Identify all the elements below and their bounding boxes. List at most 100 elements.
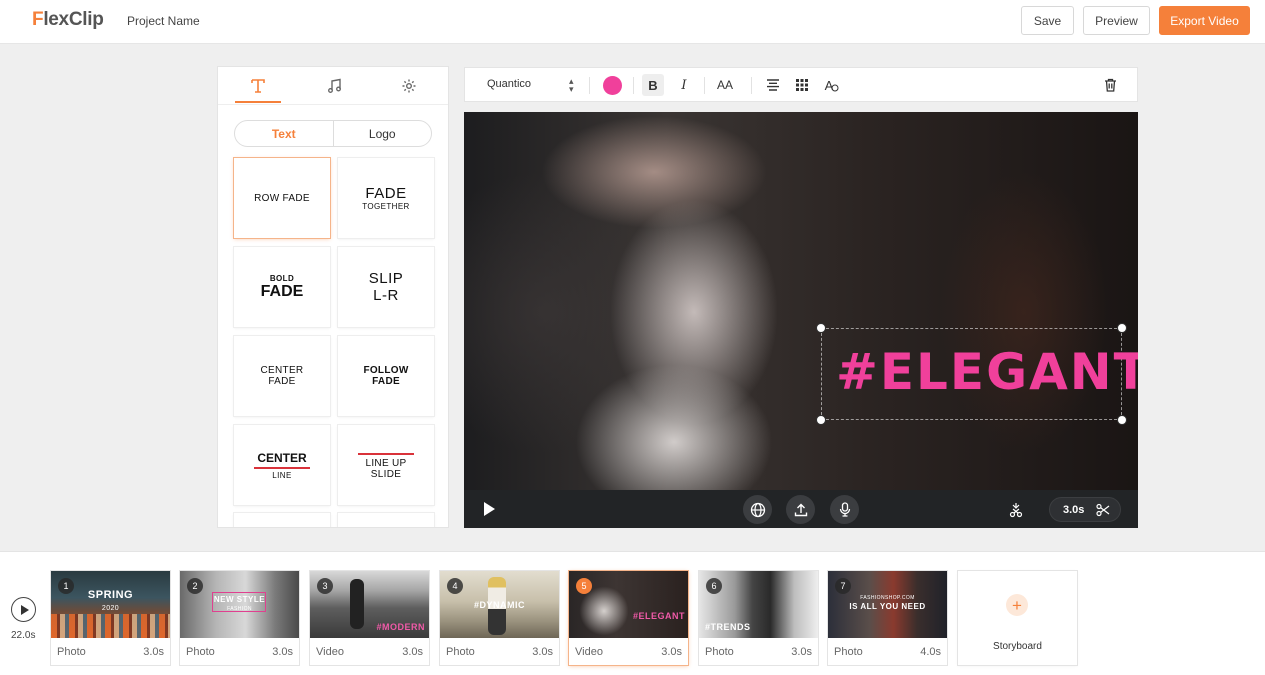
scene-clip-4[interactable]: 4 #DYNAMIC Photo 3.0s <box>440 571 559 665</box>
tile-slip-lr[interactable]: SLIP L-R <box>338 247 434 327</box>
play-icon <box>20 604 29 615</box>
tile-fade-together[interactable]: FADE TOGETHER <box>338 158 434 238</box>
tile-label: CENTER <box>257 450 307 465</box>
red-line <box>358 452 414 455</box>
plus-icon: + <box>1006 594 1028 616</box>
export-video-button[interactable]: Export Video <box>1159 6 1250 35</box>
storyboard-button[interactable]: + Storyboard <box>958 571 1077 665</box>
clip-title: SPRING <box>87 589 134 601</box>
tile-label: CENTER <box>260 365 304 376</box>
tile-sublabel: L-R <box>373 287 399 304</box>
segment-text[interactable]: Text <box>235 121 334 146</box>
tile-sublabel: BOLD <box>269 273 295 283</box>
upload-icon[interactable] <box>786 495 815 524</box>
color-swatch[interactable] <box>603 76 622 95</box>
text-animation-panel: Text Logo ROW FADE FADE TOGETHER BOLD FA… <box>217 66 449 528</box>
text-icon[interactable] <box>243 76 273 96</box>
clip-subtitle: 2020 <box>101 605 120 612</box>
tile-sublabel: SLIDE <box>370 468 402 480</box>
trash-icon[interactable] <box>1099 74 1121 96</box>
play-icon[interactable] <box>484 502 495 516</box>
italic-button[interactable]: I <box>673 74 695 96</box>
gear-icon[interactable] <box>394 76 424 96</box>
split-icon[interactable] <box>1005 499 1027 521</box>
resize-handle[interactable] <box>1117 415 1127 425</box>
video-canvas[interactable]: #ELEGANT <box>464 112 1138 490</box>
scene-clip-1[interactable]: 1 SPRING 2020 Photo 3.0s <box>51 571 170 665</box>
clip-thumbnail: 4 #DYNAMIC <box>440 571 559 638</box>
timeline-play-button[interactable] <box>11 597 36 622</box>
tile-label: LINE UP <box>365 457 407 469</box>
tile-sublabel: FADE <box>372 376 400 387</box>
clip-duration: 3.0s <box>1063 503 1085 516</box>
clip-duration: 3.0s <box>532 646 553 658</box>
project-name[interactable]: Project Name <box>127 14 200 28</box>
clip-title: #MODERN <box>376 622 425 632</box>
music-note-icon[interactable] <box>319 76 349 96</box>
tile-partial[interactable] <box>338 513 434 527</box>
scene-clip-7[interactable]: 7 FASHIONSHOP.COM IS ALL YOU NEED Photo … <box>828 571 947 665</box>
clip-thumbnail: 5 #ELEGANT <box>569 571 688 638</box>
divider <box>704 77 705 94</box>
grid-icon[interactable] <box>791 74 813 96</box>
preview-button[interactable]: Preview <box>1083 6 1150 35</box>
select-arrows-icon[interactable]: ▴ ▾ <box>569 77 574 94</box>
clip-thumbnail: 7 FASHIONSHOP.COM IS ALL YOU NEED <box>828 571 947 638</box>
tile-follow-fade[interactable]: FOLLOW FADE <box>338 336 434 416</box>
clip-type: Photo <box>705 646 734 658</box>
scene-clip-3[interactable]: 3 #MODERN Video 3.0s <box>310 571 429 665</box>
clip-duration: 3.0s <box>661 646 682 658</box>
resize-handle[interactable] <box>816 323 826 333</box>
divider <box>589 77 590 94</box>
scene-clip-6[interactable]: 6 #TRENDS Photo 3.0s <box>699 571 818 665</box>
clip-thumbnail: 2 NEW STYLE FASHION <box>180 571 299 638</box>
clip-duration: 3.0s <box>402 646 423 658</box>
tile-label: FADE <box>365 184 407 202</box>
canvas-text[interactable]: #ELEGANT <box>836 343 1138 401</box>
flexclip-logo[interactable]: FlexClip <box>32 9 104 31</box>
text-selection-box[interactable]: #ELEGANT <box>816 323 1138 425</box>
segment-logo[interactable]: Logo <box>334 121 432 146</box>
clip-title: NEW STYLE <box>213 595 266 604</box>
storyboard-label: Storyboard <box>993 641 1042 652</box>
align-icon[interactable] <box>762 74 784 96</box>
tile-sublabel: LINE <box>272 470 292 480</box>
tile-bold-fade[interactable]: BOLD FADE <box>234 247 330 327</box>
clip-type: Photo <box>186 646 215 658</box>
resize-handle[interactable] <box>1117 323 1127 333</box>
top-header: FlexClip Project Name Save Preview Expor… <box>0 0 1265 44</box>
resize-handle[interactable] <box>816 415 826 425</box>
bold-button[interactable]: B <box>642 74 664 96</box>
clip-type: Photo <box>446 646 475 658</box>
text-style-icon[interactable]: A <box>821 74 843 96</box>
microphone-icon[interactable] <box>830 495 859 524</box>
clip-number: 7 <box>835 578 851 594</box>
divider <box>633 77 634 94</box>
clip-title: IS ALL YOU NEED <box>849 602 926 611</box>
tile-partial[interactable] <box>234 513 330 527</box>
tile-center-line[interactable]: CENTER LINE <box>234 425 330 505</box>
clip-number: 2 <box>187 578 203 594</box>
tile-line-up-slide[interactable]: LINE UP SLIDE <box>338 425 434 505</box>
globe-icon[interactable] <box>743 495 772 524</box>
font-size-button[interactable]: AA <box>714 74 736 96</box>
clip-duration: 4.0s <box>920 646 941 658</box>
save-button[interactable]: Save <box>1021 6 1074 35</box>
clip-number: 3 <box>317 578 333 594</box>
logo-letter: F <box>32 9 44 30</box>
scene-clip-5[interactable]: 5 #ELEGANT Video 3.0s <box>569 571 688 665</box>
font-select[interactable]: Quantico <box>487 78 531 90</box>
timeline: 22.0s 1 SPRING 2020 Photo 3.0s 2 NEW STY… <box>0 551 1265 675</box>
duration-trim-control[interactable]: 3.0s <box>1049 497 1121 522</box>
tile-label: FOLLOW <box>363 365 409 376</box>
clip-type: Video <box>575 646 603 658</box>
scene-clip-2[interactable]: 2 NEW STYLE FASHION Photo 3.0s <box>180 571 299 665</box>
tile-row-fade[interactable]: ROW FADE <box>234 158 330 238</box>
clip-subtitle: FASHION <box>227 606 252 612</box>
tile-label: ROW FADE <box>254 192 310 204</box>
tile-center-fade[interactable]: CENTER FADE <box>234 336 330 416</box>
clip-number: 4 <box>447 578 463 594</box>
scissors-icon[interactable] <box>1096 503 1110 517</box>
total-duration: 22.0s <box>11 630 36 641</box>
clip-title: #TRENDS <box>705 622 751 632</box>
